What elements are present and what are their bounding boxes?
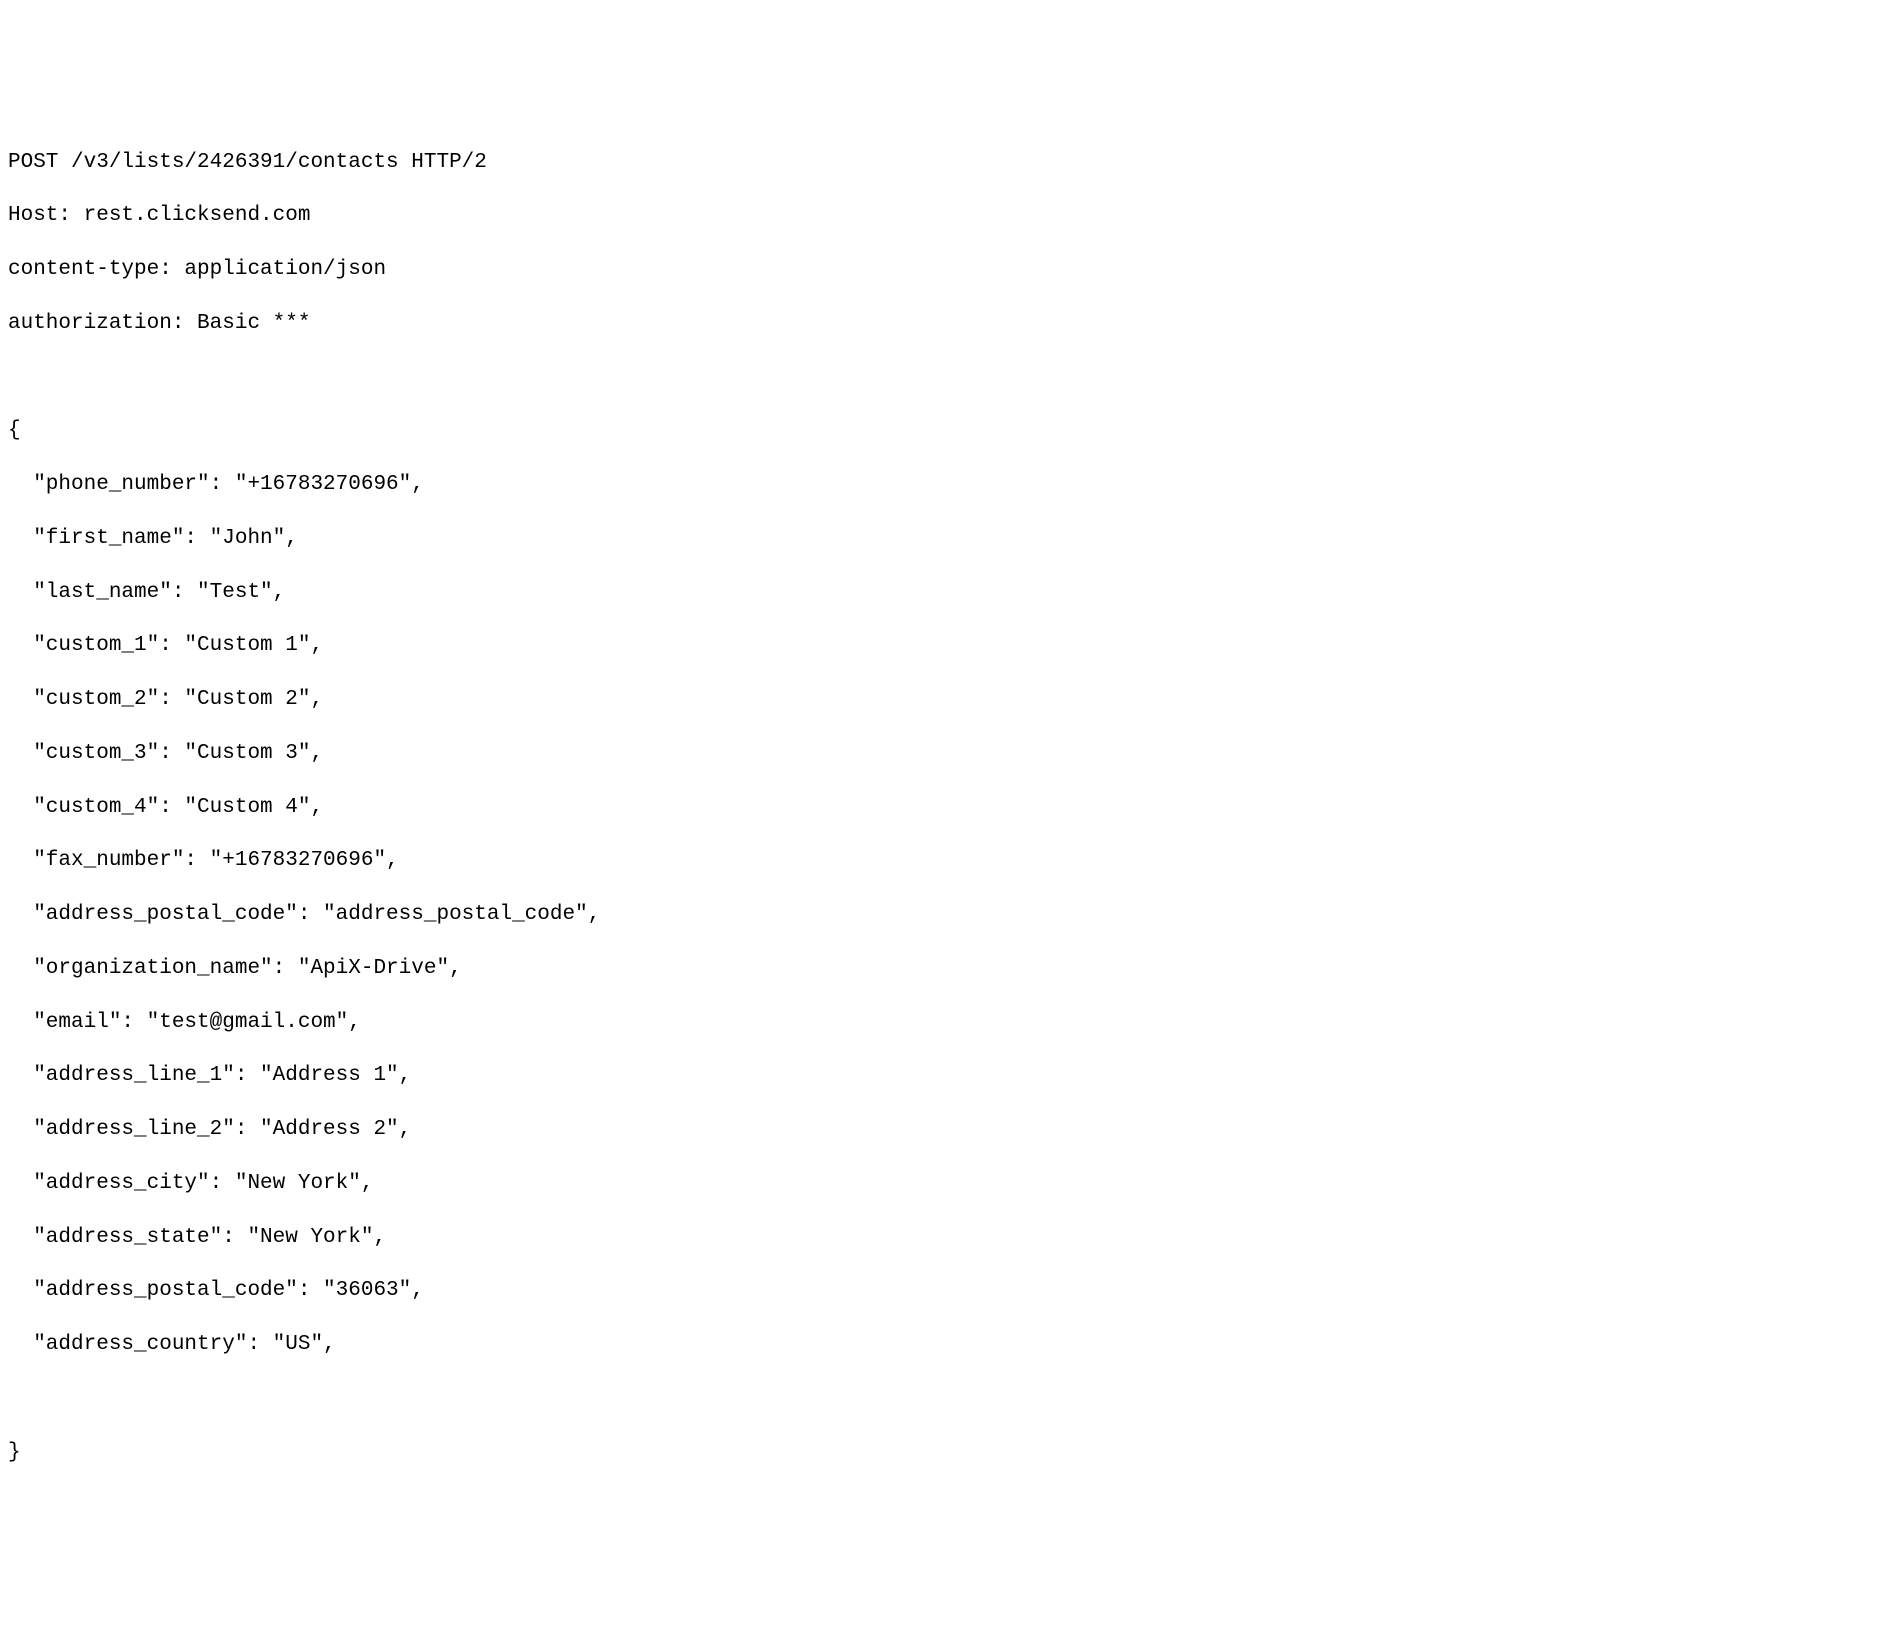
json-field: "address_city": "New York", xyxy=(8,1171,1892,1198)
json-field: "address_postal_code": "address_postal_c… xyxy=(8,902,1892,929)
http-authorization-header: authorization: Basic *** xyxy=(8,311,1892,338)
json-field: "custom_3": "Custom 3", xyxy=(8,741,1892,768)
http-host-header: Host: rest.clicksend.com xyxy=(8,203,1892,230)
json-field: "custom_1": "Custom 1", xyxy=(8,633,1892,660)
json-field: "address_country": "US", xyxy=(8,1332,1892,1359)
blank-line xyxy=(8,365,1892,392)
json-field: "first_name": "John", xyxy=(8,526,1892,553)
json-field: "organization_name": "ApiX-Drive", xyxy=(8,956,1892,983)
json-open-brace: { xyxy=(8,418,1892,445)
http-request-line: POST /v3/lists/2426391/contacts HTTP/2 xyxy=(8,150,1892,177)
json-field: "address_line_1": "Address 1", xyxy=(8,1063,1892,1090)
json-field: "address_postal_code": "36063", xyxy=(8,1278,1892,1305)
json-field: "last_name": "Test", xyxy=(8,580,1892,607)
json-field: "address_state": "New York", xyxy=(8,1225,1892,1252)
json-field: "phone_number": "+16783270696", xyxy=(8,472,1892,499)
json-field: "fax_number": "+16783270696", xyxy=(8,848,1892,875)
json-field: "address_line_2": "Address 2", xyxy=(8,1117,1892,1144)
blank-line xyxy=(8,1386,1892,1413)
json-field: "email": "test@gmail.com", xyxy=(8,1010,1892,1037)
json-close-brace: } xyxy=(8,1440,1892,1467)
json-field: "custom_4": "Custom 4", xyxy=(8,795,1892,822)
http-content-type-header: content-type: application/json xyxy=(8,257,1892,284)
json-field: "custom_2": "Custom 2", xyxy=(8,687,1892,714)
